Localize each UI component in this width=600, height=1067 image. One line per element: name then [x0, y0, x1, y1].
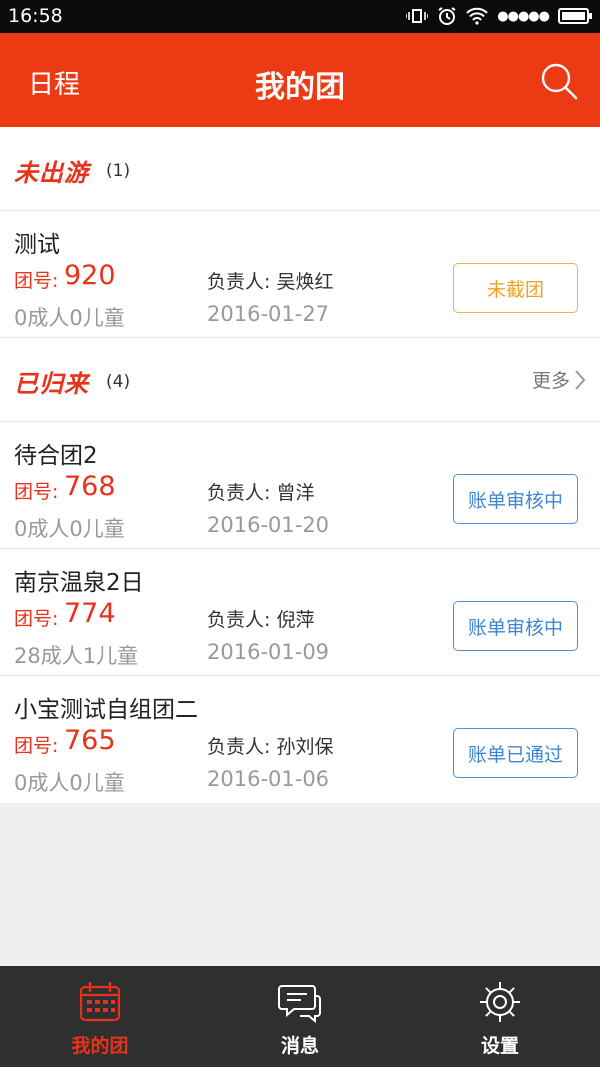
tab-label: 设置 [480, 1035, 519, 1057]
status-button[interactable]: 账单审核中 [453, 474, 578, 524]
section-title: 已归来 [14, 370, 89, 398]
group-date: 2016-01-27 [207, 302, 330, 326]
team-label: 团号: [14, 608, 59, 630]
group-item[interactable]: 小宝测试自组团二 团号: 765 负责人: 孙刘保 0成人0儿童 2016-01… [0, 676, 600, 803]
group-item[interactable]: 南京温泉2日 团号: 774 负责人: 倪萍 28成人1儿童 2016-01-0… [0, 549, 600, 676]
status-bar: 16:58 ●●●●● [0, 0, 600, 33]
section-not-departed: 未出游 (1) [0, 127, 600, 211]
leader: 负责人: 曾洋 [207, 482, 315, 504]
group-date: 2016-01-06 [207, 767, 330, 791]
team-number: 774 [64, 598, 116, 629]
bottom-tab-bar: 我的团 消息 设置 [0, 966, 600, 1067]
team-label: 团号: [14, 735, 59, 757]
wifi-icon [466, 7, 488, 25]
tab-my-groups[interactable]: 我的团 [0, 966, 200, 1067]
group-name: 待合团2 [14, 443, 98, 469]
leader: 负责人: 吴焕红 [207, 271, 334, 293]
passenger-count: 0成人0儿童 [14, 771, 125, 795]
chat-icon [278, 985, 321, 1024]
passenger-count: 28成人1儿童 [14, 644, 139, 668]
section-returned: 已归来 (4) 更多 [0, 338, 600, 422]
gear-icon [480, 982, 520, 1022]
section-count: (4) [106, 372, 131, 392]
tab-label: 消息 [280, 1035, 319, 1057]
group-item[interactable]: 测试 团号: 920 负责人: 吴焕红 0成人0儿童 2016-01-27 未截… [0, 211, 600, 338]
team-number: 920 [64, 260, 116, 291]
signal-icon: ●●●●● [497, 8, 550, 24]
vibrate-icon [406, 9, 429, 23]
group-item[interactable]: 待合团2 团号: 768 负责人: 曾洋 0成人0儿童 2016-01-20 账… [0, 422, 600, 549]
group-date: 2016-01-20 [207, 513, 330, 537]
battery-icon [558, 8, 592, 24]
status-button[interactable]: 未截团 [453, 263, 578, 313]
team-label: 团号: [14, 270, 59, 292]
leader: 负责人: 倪萍 [207, 609, 315, 631]
tab-messages[interactable]: 消息 [200, 966, 400, 1067]
passenger-count: 0成人0儿童 [14, 306, 125, 330]
leader: 负责人: 孙刘保 [207, 736, 334, 758]
passenger-count: 0成人0儿童 [14, 517, 125, 541]
calendar-icon [79, 981, 121, 1022]
page-title: 我的团 [255, 70, 345, 105]
more-link[interactable]: 更多 [532, 366, 586, 393]
status-time: 16:58 [8, 5, 63, 27]
team-label: 团号: [14, 481, 59, 503]
status-button[interactable]: 账单已通过 [453, 728, 578, 778]
section-count: (1) [106, 161, 131, 181]
status-icons: ●●●●● [406, 4, 592, 28]
group-name: 南京温泉2日 [14, 570, 144, 596]
group-name: 测试 [14, 232, 60, 258]
status-button[interactable]: 账单审核中 [453, 601, 578, 651]
search-icon[interactable] [540, 62, 578, 100]
alarm-icon [438, 7, 456, 25]
chevron-right-icon [575, 369, 586, 390]
team-number: 768 [64, 471, 116, 502]
group-list: 未出游 (1) 测试 团号: 920 负责人: 吴焕红 0成人0儿童 2016-… [0, 127, 600, 803]
more-label: 更多 [531, 370, 570, 392]
app-bar: 日程 我的团 [0, 33, 600, 127]
tab-label: 我的团 [71, 1035, 129, 1057]
group-name: 小宝测试自组团二 [14, 697, 198, 723]
section-title: 未出游 [14, 159, 89, 187]
group-date: 2016-01-09 [207, 640, 330, 664]
tab-settings[interactable]: 设置 [400, 966, 600, 1067]
team-number: 765 [64, 725, 116, 756]
